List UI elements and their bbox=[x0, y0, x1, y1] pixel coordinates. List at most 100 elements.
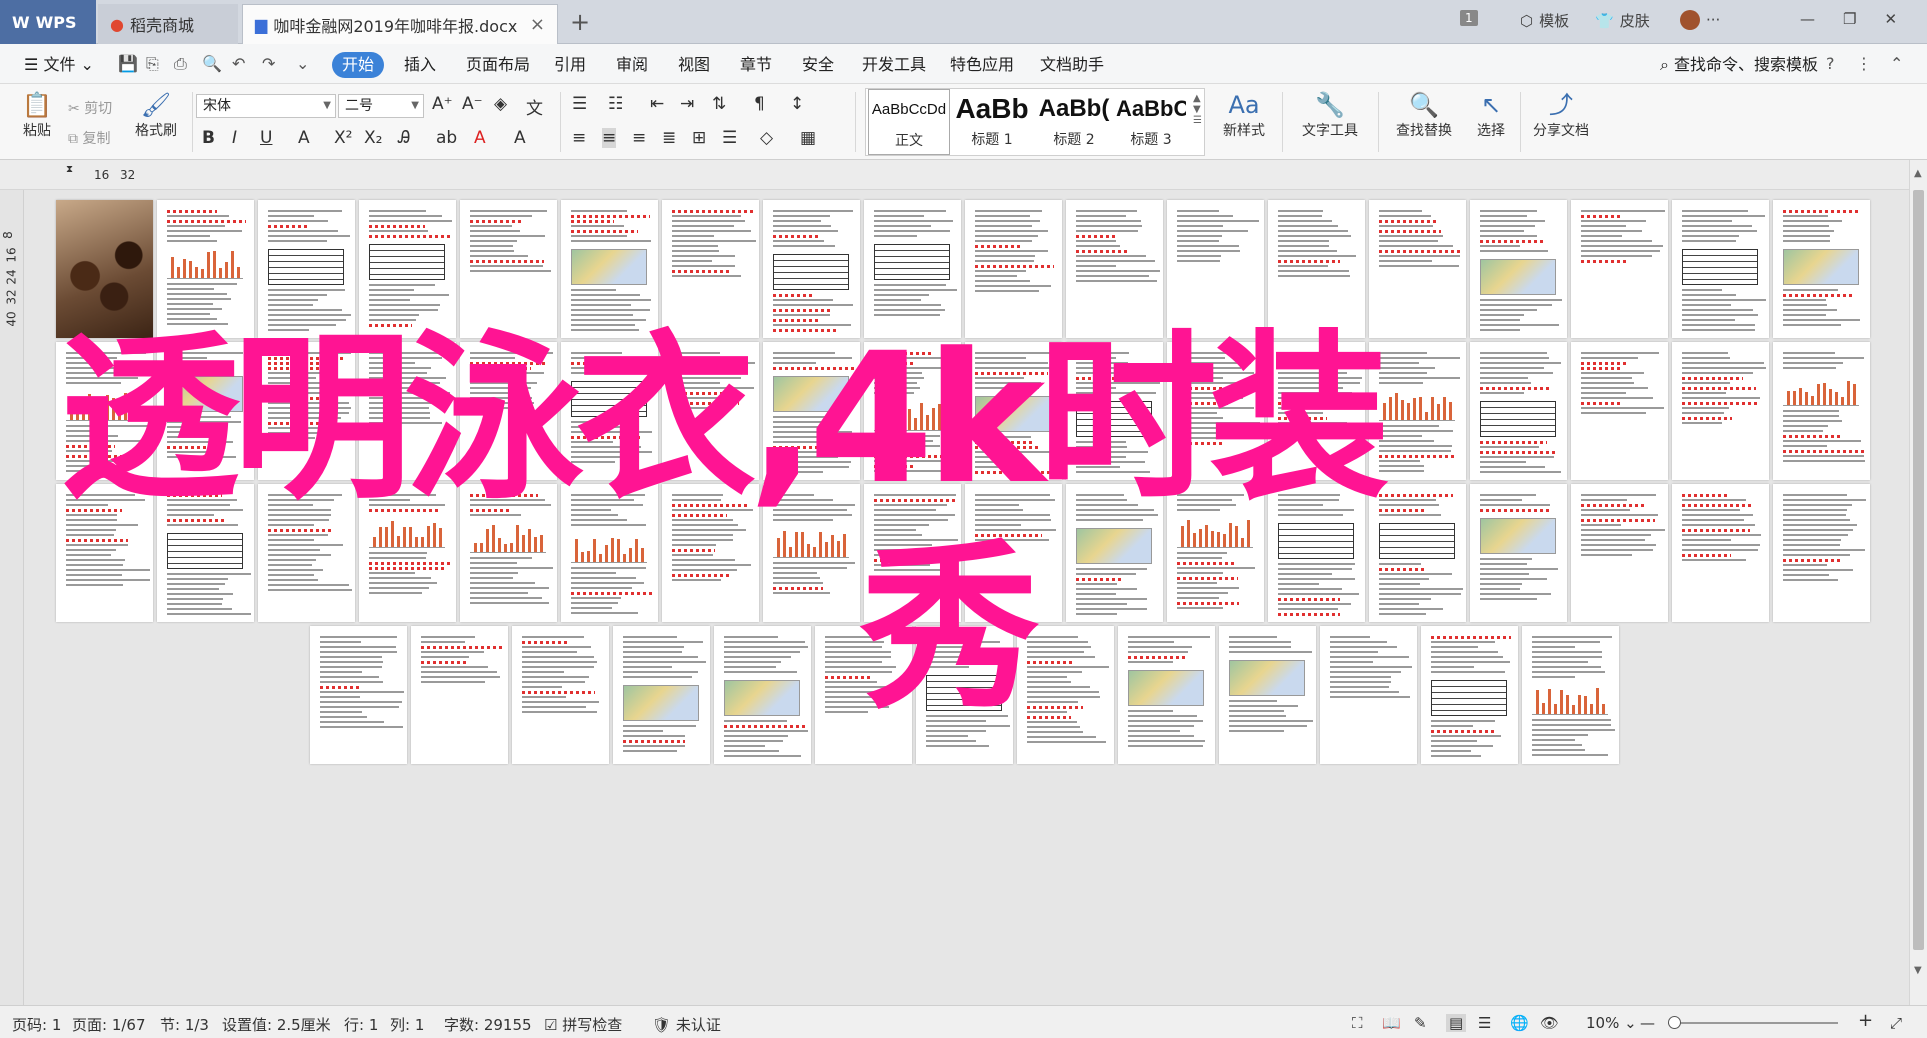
shading-icon[interactable]: ◇ bbox=[760, 128, 773, 148]
page-thumbnail[interactable] bbox=[1571, 342, 1668, 480]
status-pages[interactable]: 页面: 1/67 bbox=[72, 1014, 146, 1035]
export-pdf-icon[interactable]: ⎘ bbox=[146, 54, 159, 74]
tab-page-layout[interactable]: 页面布局 bbox=[456, 52, 540, 78]
page-thumbnail[interactable] bbox=[1522, 626, 1619, 764]
print-icon[interactable]: ⎙ bbox=[174, 54, 187, 74]
page-thumbnail[interactable] bbox=[1066, 342, 1163, 480]
show-marks-icon[interactable]: ¶ bbox=[754, 94, 765, 114]
tab-view[interactable]: 视图 bbox=[668, 52, 720, 78]
page-thumbnail[interactable] bbox=[1369, 200, 1466, 338]
vertical-scrollbar[interactable]: ▲ ▼ bbox=[1909, 160, 1927, 1005]
page-thumbnail[interactable] bbox=[359, 342, 456, 480]
tab-review[interactable]: 审阅 bbox=[606, 52, 658, 78]
numbering-icon[interactable]: ☷ bbox=[608, 94, 623, 114]
page-thumbnail[interactable] bbox=[157, 200, 254, 338]
page-thumbnail[interactable] bbox=[561, 200, 658, 338]
style-heading-2[interactable]: AaBb( 标题 2 bbox=[1034, 89, 1114, 155]
font-size-select[interactable]: 二号 ▼ bbox=[338, 94, 424, 118]
page-thumbnail[interactable] bbox=[310, 626, 407, 764]
more-options-icon[interactable]: ⋮ bbox=[1856, 54, 1872, 73]
borders-icon[interactable]: ▦ bbox=[800, 128, 816, 148]
page-thumbnail[interactable] bbox=[965, 484, 1062, 622]
justify-icon[interactable]: ≣ bbox=[662, 128, 676, 148]
indent-marker-icon[interactable]: ⧗ bbox=[66, 164, 73, 175]
page-thumbnail[interactable] bbox=[1017, 626, 1114, 764]
page-thumbnail[interactable] bbox=[512, 626, 609, 764]
page-thumbnail[interactable] bbox=[561, 484, 658, 622]
avatar[interactable]: ··· bbox=[1680, 10, 1720, 30]
phonetic-icon[interactable]: 文 bbox=[526, 94, 543, 119]
page-thumbnail[interactable] bbox=[1066, 200, 1163, 338]
font-color-icon[interactable]: A bbox=[474, 128, 486, 148]
grow-font-icon[interactable]: A⁺ bbox=[432, 94, 453, 114]
page-thumbnail[interactable] bbox=[1773, 200, 1870, 338]
page-thumbnail[interactable] bbox=[965, 342, 1062, 480]
italic-icon[interactable]: I bbox=[232, 128, 237, 148]
page-thumbnail[interactable] bbox=[1470, 342, 1567, 480]
zoom-out-icon[interactable]: — bbox=[1640, 1014, 1655, 1032]
scroll-down-icon[interactable]: ▼ bbox=[1914, 965, 1922, 976]
help-icon[interactable]: ? bbox=[1826, 54, 1835, 73]
align-center-icon[interactable]: ≡ bbox=[602, 128, 617, 148]
template-button[interactable]: ⬡ 模板 bbox=[1520, 10, 1569, 31]
skin-button[interactable]: 👕 皮肤 bbox=[1595, 10, 1650, 31]
clear-format-icon[interactable]: ◈ bbox=[494, 94, 507, 114]
page-thumbnail[interactable] bbox=[714, 626, 811, 764]
zoom-in-icon[interactable]: + bbox=[1858, 1010, 1873, 1031]
zoom-level[interactable]: 10% ⌄ bbox=[1586, 1014, 1637, 1032]
page-thumbnail[interactable] bbox=[1167, 484, 1264, 622]
page-thumbnail[interactable] bbox=[359, 484, 456, 622]
page-thumbnail[interactable] bbox=[763, 342, 860, 480]
tab-references[interactable]: 引用 bbox=[544, 52, 596, 78]
page-thumbnail[interactable] bbox=[1268, 200, 1365, 338]
page-thumbnail[interactable] bbox=[1773, 342, 1870, 480]
sort-icon[interactable]: ⇅ bbox=[712, 94, 726, 114]
page-thumbnail[interactable] bbox=[1672, 484, 1769, 622]
text-tools-button[interactable]: 🔧 文字工具 bbox=[1290, 90, 1370, 140]
paragraph-spacing-icon[interactable]: ☰ bbox=[722, 128, 737, 148]
page-thumbnail[interactable] bbox=[662, 200, 759, 338]
strikethrough-icon[interactable]: A bbox=[298, 128, 310, 148]
status-row[interactable]: 行: 1 bbox=[344, 1014, 378, 1035]
copy-button[interactable]: ⧉ 复制 bbox=[68, 128, 110, 148]
paste-button[interactable]: 📋 粘贴 bbox=[14, 90, 60, 140]
page-thumbnail[interactable] bbox=[56, 200, 153, 338]
share-document-button[interactable]: ⤴ 分享文档 bbox=[1528, 90, 1594, 140]
new-style-button[interactable]: Aa 新样式 bbox=[1214, 90, 1274, 140]
window-count[interactable]: 1 bbox=[1460, 10, 1478, 26]
page-thumbnail[interactable] bbox=[258, 484, 355, 622]
page-thumbnail[interactable] bbox=[1066, 484, 1163, 622]
page-thumbnail[interactable] bbox=[1320, 626, 1417, 764]
page-thumbnail[interactable] bbox=[1421, 626, 1518, 764]
fit-page-icon[interactable]: ⤢ bbox=[1890, 1014, 1902, 1032]
decrease-indent-icon[interactable]: ⇤ bbox=[650, 94, 664, 114]
shrink-font-icon[interactable]: A⁻ bbox=[462, 94, 483, 114]
web-view-icon[interactable]: 🌐 bbox=[1510, 1014, 1529, 1032]
restore-icon[interactable]: ❐ bbox=[1843, 10, 1856, 28]
page-thumbnail[interactable] bbox=[1672, 342, 1769, 480]
horizontal-ruler[interactable]: ⧗ 16 32 bbox=[0, 160, 1927, 190]
tab-insert[interactable]: 插入 bbox=[394, 52, 446, 78]
page-thumbnail[interactable] bbox=[359, 200, 456, 338]
collapse-ribbon-icon[interactable]: ⌃ bbox=[1890, 54, 1903, 73]
page-thumbnail[interactable] bbox=[965, 200, 1062, 338]
page-thumbnail[interactable] bbox=[460, 484, 557, 622]
page-thumbnail[interactable] bbox=[662, 342, 759, 480]
page-thumbnail[interactable] bbox=[1369, 342, 1466, 480]
close-window-icon[interactable]: ✕ bbox=[1884, 10, 1897, 28]
reading-mode-icon[interactable]: 📖 bbox=[1382, 1014, 1401, 1032]
page-thumbnail[interactable] bbox=[815, 626, 912, 764]
align-left-icon[interactable]: ≡ bbox=[572, 128, 586, 148]
page-thumbnail[interactable] bbox=[1773, 484, 1870, 622]
outline-view-icon[interactable]: ☰ bbox=[1478, 1014, 1491, 1032]
tab-home[interactable]: 开始 bbox=[332, 52, 385, 78]
customize-icon[interactable]: ⌄ bbox=[296, 54, 309, 73]
redo-icon[interactable]: ↷ bbox=[262, 54, 275, 73]
scroll-up-icon[interactable]: ▲ bbox=[1914, 168, 1922, 179]
print-preview-icon[interactable]: 🔍 bbox=[202, 54, 222, 73]
vertical-ruler[interactable]: 8 16 24 32 40 bbox=[0, 190, 24, 1005]
tab-security[interactable]: 安全 bbox=[792, 52, 844, 78]
bold-icon[interactable]: B bbox=[202, 128, 215, 148]
page-thumbnail[interactable] bbox=[1470, 200, 1567, 338]
tab-doc-assistant[interactable]: 文档助手 bbox=[1030, 52, 1114, 78]
